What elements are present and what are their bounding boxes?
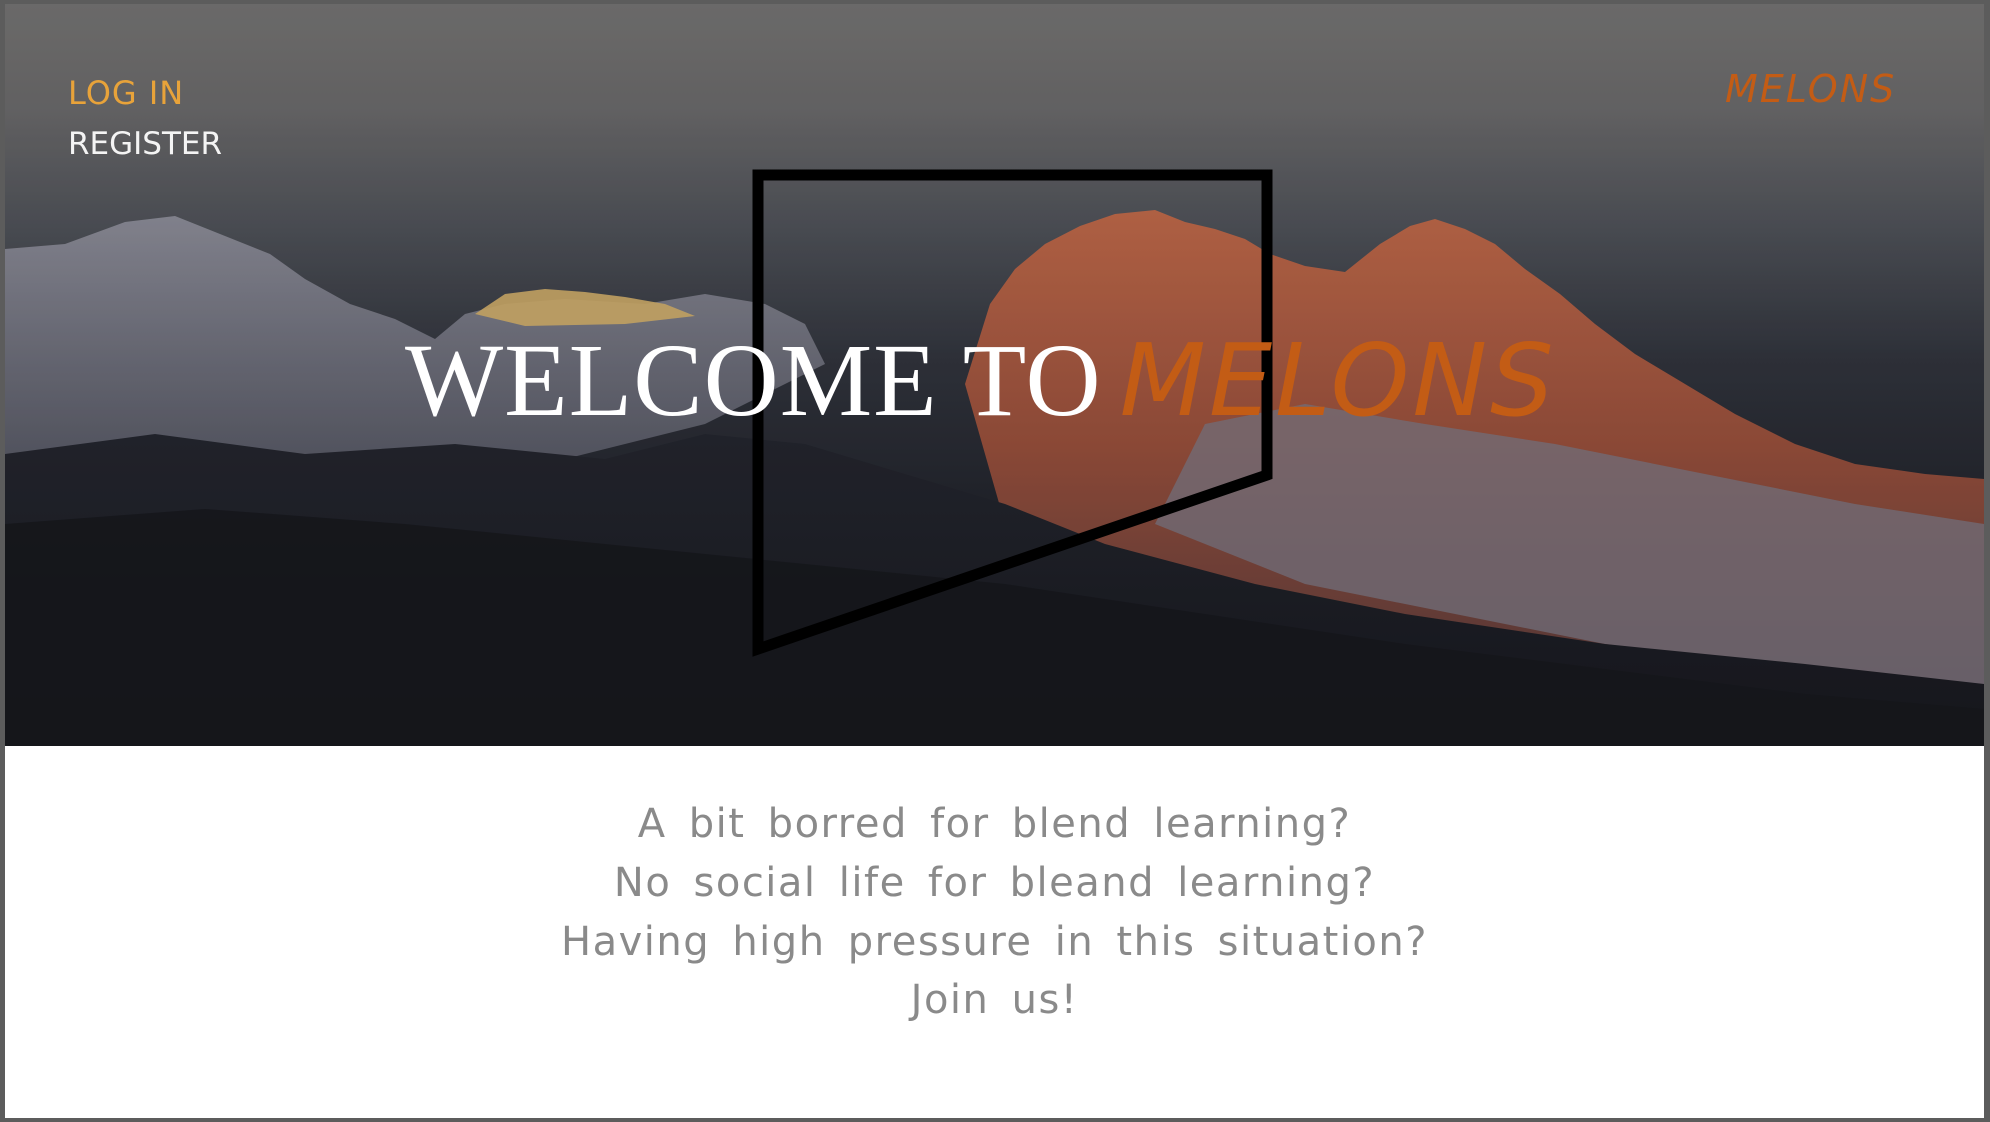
brand-logo[interactable]: MELONS xyxy=(1725,67,1896,111)
tagline-line-2: No social life for bleand learning? xyxy=(613,860,1376,906)
tagline-line-3: Having high pressure in this situation? xyxy=(561,919,1428,965)
hero-brand-text: MELONS xyxy=(1119,322,1557,439)
hero-welcome-text: WELCOME TO xyxy=(405,323,1102,438)
login-link[interactable]: LOG IN xyxy=(68,74,184,112)
page-frame: LOG IN REGISTER MELONS WELCOME TO MELONS … xyxy=(5,4,1984,1118)
intro-section: A bit borred for blend learning? No soci… xyxy=(5,746,1984,1118)
register-link[interactable]: REGISTER xyxy=(68,126,222,162)
tagline-line-1: A bit borred for blend learning? xyxy=(637,801,1352,847)
hero-banner: LOG IN REGISTER MELONS WELCOME TO MELONS xyxy=(5,4,1984,746)
tagline-line-4: Join us! xyxy=(910,977,1079,1023)
hero-title: WELCOME TO MELONS xyxy=(405,329,1557,433)
